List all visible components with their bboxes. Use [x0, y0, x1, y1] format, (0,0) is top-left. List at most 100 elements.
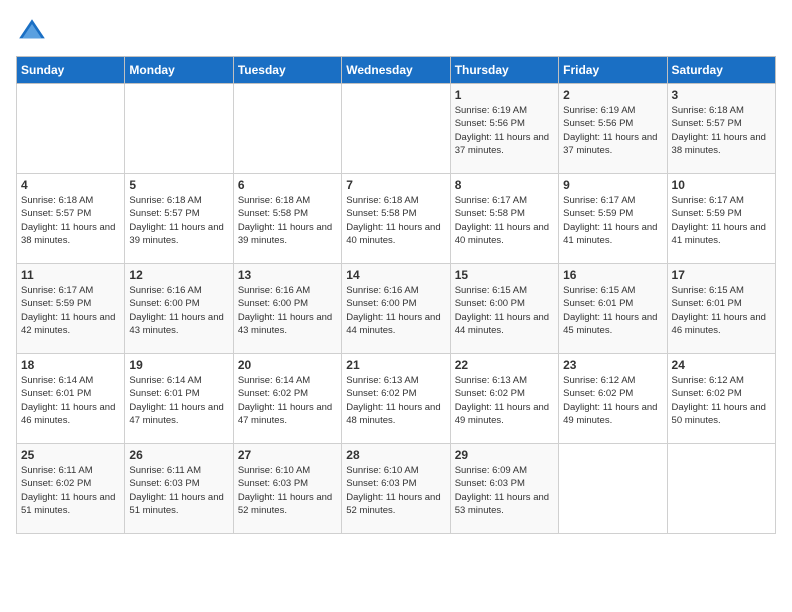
logo: [16, 16, 52, 48]
calendar-cell: 28 Sunrise: 6:10 AM Sunset: 6:03 PM Dayli…: [342, 444, 450, 534]
day-number: 16: [563, 268, 662, 282]
day-number: 6: [238, 178, 337, 192]
calendar-cell: [342, 84, 450, 174]
calendar-cell: 6 Sunrise: 6:18 AM Sunset: 5:58 PM Daylig…: [233, 174, 341, 264]
calendar-cell: 13 Sunrise: 6:16 AM Sunset: 6:00 PM Dayli…: [233, 264, 341, 354]
day-number: 13: [238, 268, 337, 282]
calendar-cell: 15 Sunrise: 6:15 AM Sunset: 6:00 PM Dayli…: [450, 264, 558, 354]
calendar-week-4: 18Sunrise: 6:14 AM Sunset: 6:01 PM Dayli…: [17, 354, 776, 444]
day-info: Sunrise: 6:15 AM Sunset: 6:00 PM Dayligh…: [455, 284, 554, 337]
day-info: Sunrise: 6:18 AM Sunset: 5:58 PM Dayligh…: [238, 194, 337, 247]
day-info: Sunrise: 6:13 AM Sunset: 6:02 PM Dayligh…: [346, 374, 445, 427]
calendar-header-tuesday: Tuesday: [233, 57, 341, 84]
day-info: Sunrise: 6:16 AM Sunset: 6:00 PM Dayligh…: [346, 284, 445, 337]
calendar-cell: 22 Sunrise: 6:13 AM Sunset: 6:02 PM Dayli…: [450, 354, 558, 444]
day-info: Sunrise: 6:17 AM Sunset: 5:59 PM Dayligh…: [672, 194, 771, 247]
day-info: Sunrise: 6:16 AM Sunset: 6:00 PM Dayligh…: [129, 284, 228, 337]
day-info: Sunrise: 6:12 AM Sunset: 6:02 PM Dayligh…: [563, 374, 662, 427]
day-info: Sunrise: 6:12 AM Sunset: 6:02 PM Dayligh…: [672, 374, 771, 427]
day-info: Sunrise: 6:11 AM Sunset: 6:03 PM Dayligh…: [129, 464, 228, 517]
calendar-cell: 24 Sunrise: 6:12 AM Sunset: 6:02 PM Dayli…: [667, 354, 775, 444]
day-info: Sunrise: 6:14 AM Sunset: 6:01 PM Dayligh…: [129, 374, 228, 427]
calendar-cell: 7 Sunrise: 6:18 AM Sunset: 5:58 PM Daylig…: [342, 174, 450, 264]
day-number: 10: [672, 178, 771, 192]
day-info: Sunrise: 6:17 AM Sunset: 5:58 PM Dayligh…: [455, 194, 554, 247]
day-info: Sunrise: 6:18 AM Sunset: 5:57 PM Dayligh…: [21, 194, 120, 247]
day-info: Sunrise: 6:18 AM Sunset: 5:57 PM Dayligh…: [672, 104, 771, 157]
calendar-week-1: 1 Sunrise: 6:19 AM Sunset: 5:56 PM Daylig…: [17, 84, 776, 174]
day-info: Sunrise: 6:14 AM Sunset: 6:02 PM Dayligh…: [238, 374, 337, 427]
calendar-cell: 12 Sunrise: 6:16 AM Sunset: 6:00 PM Dayli…: [125, 264, 233, 354]
calendar-cell: 17Sunrise: 6:15 AM Sunset: 6:01 PM Dayli…: [667, 264, 775, 354]
calendar-header-sunday: Sunday: [17, 57, 125, 84]
day-number: 25: [21, 448, 120, 462]
day-number: 14: [346, 268, 445, 282]
calendar-cell: 9 Sunrise: 6:17 AM Sunset: 5:59 PM Daylig…: [559, 174, 667, 264]
calendar-cell: 1 Sunrise: 6:19 AM Sunset: 5:56 PM Daylig…: [450, 84, 558, 174]
day-info: Sunrise: 6:19 AM Sunset: 5:56 PM Dayligh…: [455, 104, 554, 157]
calendar-cell: [125, 84, 233, 174]
day-number: 19: [129, 358, 228, 372]
calendar-cell: 21 Sunrise: 6:13 AM Sunset: 6:02 PM Dayli…: [342, 354, 450, 444]
calendar-week-5: 25 Sunrise: 6:11 AM Sunset: 6:02 PM Dayli…: [17, 444, 776, 534]
day-number: 20: [238, 358, 337, 372]
day-number: 29: [455, 448, 554, 462]
day-number: 24: [672, 358, 771, 372]
calendar-header-friday: Friday: [559, 57, 667, 84]
calendar-body: 1 Sunrise: 6:19 AM Sunset: 5:56 PM Daylig…: [17, 84, 776, 534]
day-number: 17: [672, 268, 771, 282]
day-number: 2: [563, 88, 662, 102]
calendar-cell: 27 Sunrise: 6:10 AM Sunset: 6:03 PM Dayli…: [233, 444, 341, 534]
day-info: Sunrise: 6:10 AM Sunset: 6:03 PM Dayligh…: [238, 464, 337, 517]
day-number: 21: [346, 358, 445, 372]
calendar-cell: 10 Sunrise: 6:17 AM Sunset: 5:59 PM Dayli…: [667, 174, 775, 264]
day-number: 3: [672, 88, 771, 102]
calendar-cell: 26Sunrise: 6:11 AM Sunset: 6:03 PM Dayli…: [125, 444, 233, 534]
calendar-header-saturday: Saturday: [667, 57, 775, 84]
day-info: Sunrise: 6:11 AM Sunset: 6:02 PM Dayligh…: [21, 464, 120, 517]
calendar-cell: 23 Sunrise: 6:12 AM Sunset: 6:02 PM Dayli…: [559, 354, 667, 444]
calendar-cell: 8 Sunrise: 6:17 AM Sunset: 5:58 PM Daylig…: [450, 174, 558, 264]
day-number: 9: [563, 178, 662, 192]
day-number: 12: [129, 268, 228, 282]
calendar-cell: 19 Sunrise: 6:14 AM Sunset: 6:01 PM Dayli…: [125, 354, 233, 444]
calendar-cell: 5 Sunrise: 6:18 AM Sunset: 5:57 PM Daylig…: [125, 174, 233, 264]
day-info: Sunrise: 6:19 AM Sunset: 5:56 PM Dayligh…: [563, 104, 662, 157]
day-info: Sunrise: 6:18 AM Sunset: 5:57 PM Dayligh…: [129, 194, 228, 247]
calendar-cell: 16 Sunrise: 6:15 AM Sunset: 6:01 PM Dayli…: [559, 264, 667, 354]
calendar-cell: 18Sunrise: 6:14 AM Sunset: 6:01 PM Dayli…: [17, 354, 125, 444]
calendar-cell: 3 Sunrise: 6:18 AM Sunset: 5:57 PM Daylig…: [667, 84, 775, 174]
day-number: 23: [563, 358, 662, 372]
calendar-header-wednesday: Wednesday: [342, 57, 450, 84]
day-number: 22: [455, 358, 554, 372]
day-number: 4: [21, 178, 120, 192]
day-info: Sunrise: 6:14 AM Sunset: 6:01 PM Dayligh…: [21, 374, 120, 427]
calendar-cell: [233, 84, 341, 174]
calendar-cell: 14 Sunrise: 6:16 AM Sunset: 6:00 PM Dayli…: [342, 264, 450, 354]
day-info: Sunrise: 6:09 AM Sunset: 6:03 PM Dayligh…: [455, 464, 554, 517]
calendar-cell: [559, 444, 667, 534]
day-number: 7: [346, 178, 445, 192]
day-info: Sunrise: 6:16 AM Sunset: 6:00 PM Dayligh…: [238, 284, 337, 337]
calendar-cell: 25 Sunrise: 6:11 AM Sunset: 6:02 PM Dayli…: [17, 444, 125, 534]
day-number: 8: [455, 178, 554, 192]
day-info: Sunrise: 6:10 AM Sunset: 6:03 PM Dayligh…: [346, 464, 445, 517]
day-number: 15: [455, 268, 554, 282]
day-info: Sunrise: 6:18 AM Sunset: 5:58 PM Dayligh…: [346, 194, 445, 247]
day-info: Sunrise: 6:17 AM Sunset: 5:59 PM Dayligh…: [21, 284, 120, 337]
calendar-week-3: 11 Sunrise: 6:17 AM Sunset: 5:59 PM Dayli…: [17, 264, 776, 354]
day-number: 5: [129, 178, 228, 192]
day-info: Sunrise: 6:15 AM Sunset: 6:01 PM Dayligh…: [563, 284, 662, 337]
calendar-table: SundayMondayTuesdayWednesdayThursdayFrid…: [16, 56, 776, 534]
calendar-cell: 29 Sunrise: 6:09 AM Sunset: 6:03 PM Dayli…: [450, 444, 558, 534]
calendar-cell: 11 Sunrise: 6:17 AM Sunset: 5:59 PM Dayli…: [17, 264, 125, 354]
logo-icon: [16, 16, 48, 48]
day-number: 11: [21, 268, 120, 282]
day-number: 27: [238, 448, 337, 462]
day-number: 1: [455, 88, 554, 102]
day-number: 28: [346, 448, 445, 462]
page-header: [16, 16, 776, 48]
day-info: Sunrise: 6:13 AM Sunset: 6:02 PM Dayligh…: [455, 374, 554, 427]
day-info: Sunrise: 6:17 AM Sunset: 5:59 PM Dayligh…: [563, 194, 662, 247]
calendar-header-row: SundayMondayTuesdayWednesdayThursdayFrid…: [17, 57, 776, 84]
